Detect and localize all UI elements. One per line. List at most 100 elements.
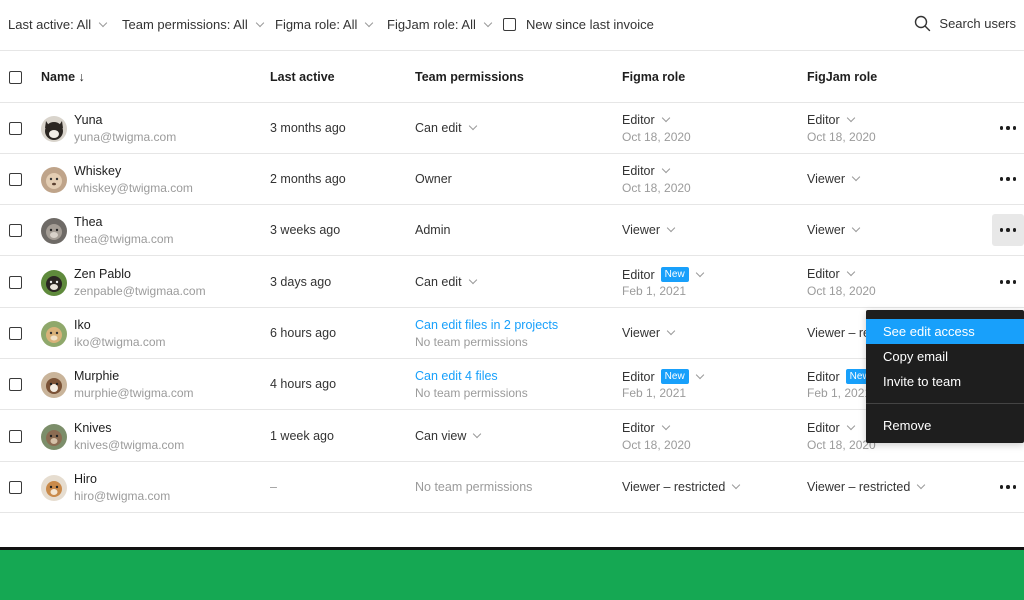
more-icon xyxy=(999,177,1004,181)
avatar xyxy=(41,321,67,347)
chevron-down-icon xyxy=(695,370,704,379)
figma-role-date: Oct 18, 2020 xyxy=(622,438,691,452)
figma-role-dropdown[interactable]: Viewer xyxy=(622,326,676,340)
avatar xyxy=(41,475,67,501)
chevron-down-icon xyxy=(846,421,855,431)
more-actions-button[interactable] xyxy=(992,214,1024,246)
chevron-down-icon xyxy=(695,268,704,277)
more-actions-button[interactable] xyxy=(992,163,1024,195)
row-checkbox[interactable] xyxy=(9,481,22,494)
chevron-down-icon xyxy=(365,18,374,27)
more-icon xyxy=(999,126,1004,130)
last-active-value: 1 week ago xyxy=(270,429,334,443)
chevron-down-icon xyxy=(661,164,670,174)
figma-role-date: Oct 18, 2020 xyxy=(622,130,691,144)
new-since-checkbox[interactable] xyxy=(503,18,516,31)
avatar xyxy=(41,167,67,193)
table-row: Thea thea@twigma.com 3 weeks ago Admin V… xyxy=(0,205,1024,256)
column-figma-role[interactable]: Figma role xyxy=(622,70,685,84)
user-name: Zen Pablo xyxy=(74,267,131,281)
chevron-down-icon xyxy=(468,121,477,131)
filter-new-since-invoice[interactable]: New since last invoice xyxy=(503,17,654,32)
figma-role-dropdown[interactable]: Editor xyxy=(622,113,670,127)
avatar xyxy=(41,218,67,244)
figma-role-date: Oct 18, 2020 xyxy=(622,181,691,195)
last-active-value: 4 hours ago xyxy=(270,377,337,391)
chevron-down-icon xyxy=(661,421,670,431)
table-row: Yuna yuna@twigma.com 3 months ago Can ed… xyxy=(0,103,1024,154)
row-checkbox[interactable] xyxy=(9,224,22,237)
figjam-role-dropdown[interactable]: Viewer xyxy=(807,223,861,237)
figjam-role-dropdown[interactable]: Editor xyxy=(807,421,855,435)
user-email: hiro@twigma.com xyxy=(74,489,171,503)
chevron-down-icon xyxy=(666,326,676,336)
team-permission-dropdown[interactable]: Can edit xyxy=(415,275,477,289)
column-name[interactable]: Name ↓ xyxy=(41,70,85,84)
chevron-down-icon xyxy=(255,18,264,27)
filter-figjam-role[interactable]: FigJam role: All xyxy=(387,17,493,32)
row-checkbox[interactable] xyxy=(9,276,22,289)
row-checkbox[interactable] xyxy=(9,122,22,135)
user-name: Hiro xyxy=(74,472,97,486)
team-permission-dropdown[interactable]: Can view xyxy=(415,429,482,443)
chevron-down-icon xyxy=(473,429,482,439)
row-checkbox[interactable] xyxy=(9,327,22,340)
figjam-role-dropdown[interactable]: Viewer xyxy=(807,172,861,186)
figjam-role-dropdown[interactable]: Editor New xyxy=(807,369,874,384)
figjam-role-dropdown[interactable]: Editor xyxy=(807,113,855,127)
figma-role-dropdown[interactable]: Viewer – restricted xyxy=(622,480,741,494)
column-last-active[interactable]: Last active xyxy=(270,70,335,84)
team-permission-value: Owner xyxy=(415,172,452,186)
table-row: Hiro hiro@twigma.com – No team permissio… xyxy=(0,462,1024,513)
menu-item-copy-email[interactable]: Copy email xyxy=(866,344,1024,369)
team-permission-link[interactable]: Can edit files in 2 projects xyxy=(415,318,558,332)
figma-role-date: Feb 1, 2021 xyxy=(622,284,687,298)
figma-role-dropdown[interactable]: Editor xyxy=(622,164,670,178)
figma-role-dropdown[interactable]: Editor New xyxy=(622,267,704,282)
last-active-value: – xyxy=(270,480,277,494)
new-badge: New xyxy=(660,267,689,282)
team-permission-dropdown[interactable]: Can edit xyxy=(415,121,477,135)
figma-role-dropdown[interactable]: Editor xyxy=(622,421,670,435)
last-active-value: 6 hours ago xyxy=(270,326,337,340)
chevron-down-icon xyxy=(732,480,741,490)
user-email: thea@twigma.com xyxy=(74,232,174,246)
last-active-value: 2 months ago xyxy=(270,172,346,186)
menu-item-invite-to-team[interactable]: Invite to team xyxy=(866,369,1024,394)
more-icon xyxy=(999,228,1004,232)
user-name: Iko xyxy=(74,318,91,332)
filter-figma-role[interactable]: Figma role: All xyxy=(275,17,374,32)
bottom-banner xyxy=(0,547,1024,600)
select-all-checkbox[interactable] xyxy=(9,71,22,84)
last-active-value: 3 days ago xyxy=(270,275,332,289)
row-checkbox[interactable] xyxy=(9,173,22,186)
filter-team-permissions[interactable]: Team permissions: All xyxy=(122,17,264,32)
filter-bar: Last active: All Team permissions: All F… xyxy=(0,0,1024,51)
column-figjam-role[interactable]: FigJam role xyxy=(807,70,877,84)
menu-item-see-edit-access[interactable]: See edit access xyxy=(866,319,1024,344)
figjam-role-dropdown[interactable]: Viewer – re xyxy=(807,326,870,340)
table-header: Name ↓ Last active Team permissions Figm… xyxy=(0,52,1024,103)
more-actions-button[interactable] xyxy=(992,112,1024,144)
more-actions-button[interactable] xyxy=(992,266,1024,298)
figma-role-dropdown[interactable]: Editor New xyxy=(622,369,704,384)
new-badge: New xyxy=(660,369,689,384)
user-email: zenpable@twigmaa.com xyxy=(74,284,206,298)
figma-role-dropdown[interactable]: Viewer xyxy=(622,223,676,237)
row-checkbox[interactable] xyxy=(9,378,22,391)
team-permission-link[interactable]: Can edit 4 files xyxy=(415,369,498,383)
menu-divider xyxy=(866,403,1024,404)
figjam-role-dropdown[interactable]: Editor xyxy=(807,267,855,281)
more-icon xyxy=(999,485,1004,489)
chevron-down-icon xyxy=(666,223,676,233)
figjam-role-dropdown[interactable]: Viewer – restricted xyxy=(807,480,926,494)
column-team-permissions[interactable]: Team permissions xyxy=(415,70,524,84)
search-users[interactable]: Search users xyxy=(914,15,1016,32)
last-active-value: 3 months ago xyxy=(270,121,346,135)
filter-last-active[interactable]: Last active: All xyxy=(8,17,108,32)
menu-item-remove[interactable]: Remove xyxy=(866,413,1024,438)
more-actions-button[interactable] xyxy=(992,471,1024,503)
user-email: whiskey@twigma.com xyxy=(74,181,193,195)
row-checkbox[interactable] xyxy=(9,430,22,443)
team-permission-sub: No team permissions xyxy=(415,386,528,400)
